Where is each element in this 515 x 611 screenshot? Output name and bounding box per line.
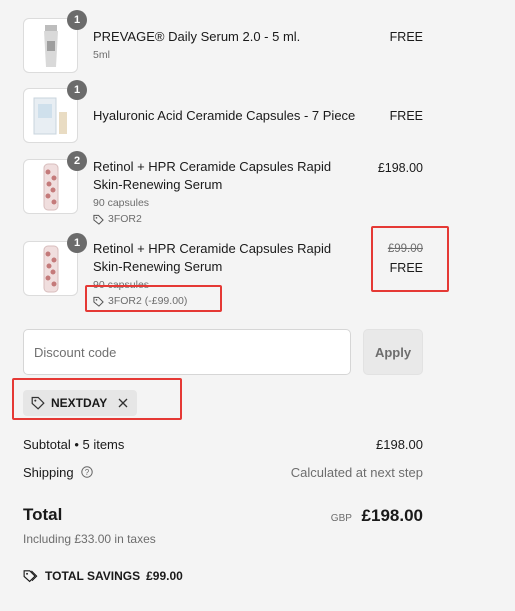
line-item: 1 PREVAGE® Daily Serum 2.0 - 5 ml. 5ml F… (23, 10, 423, 74)
product-price: FREE (389, 109, 423, 123)
tag-icon (31, 396, 45, 410)
shipping-label: Shipping (23, 465, 74, 480)
discount-tag: 3FOR2 (-£99.00) (93, 295, 187, 307)
taxes-note: Including £33.00 in taxes (23, 532, 156, 546)
help-icon[interactable]: ? (81, 466, 93, 478)
savings-value: £99.00 (146, 569, 183, 583)
tag-icon (23, 570, 38, 583)
apply-button[interactable]: Apply (363, 329, 423, 375)
total-value: £198.00 (361, 506, 423, 525)
applied-code-label: NEXTDAY (51, 396, 108, 410)
original-price: £99.00 (387, 243, 423, 255)
product-price: FREE (389, 261, 423, 275)
subtotal-row: Subtotal • 5 items £198.00 (23, 437, 423, 452)
savings-label: TOTAL SAVINGS (45, 569, 141, 583)
line-item: 1 Hyaluronic Acid Ceramide Capsules - 7 … (23, 80, 423, 144)
product-name: PREVAGE® Daily Serum 2.0 - 5 ml. (93, 29, 301, 44)
line-item: 1 Retinol + HPR Ceramide Capsules Rapid … (23, 233, 423, 311)
currency-label: GBP (330, 513, 352, 524)
product-name: Hyaluronic Acid Ceramide Capsules - 7 Pi… (93, 108, 356, 123)
applied-discount-chip: NEXTDAY (23, 390, 138, 416)
discount-code-label: 3FOR2 (-£99.00) (108, 295, 188, 307)
quantity-badge: 1 (67, 10, 87, 30)
quantity-badge: 1 (67, 80, 87, 100)
svg-text:?: ? (85, 468, 90, 477)
shipping-row: Shipping ? Calculated at next step (23, 465, 423, 480)
discount-code-input[interactable] (23, 329, 351, 375)
line-item: 2 Retinol + HPR Ceramide Capsules Rapid … (23, 151, 423, 229)
product-name: Retinol + HPR Ceramide Capsules Rapid Sk… (93, 241, 332, 274)
product-variant: 90 capsules (93, 279, 150, 291)
total-amount: GBP £198.00 (331, 506, 423, 526)
shipping-value: Calculated at next step (290, 465, 423, 480)
product-variant: 90 capsules (93, 197, 150, 209)
discount-tag: 3FOR2 (93, 213, 142, 225)
product-name: Retinol + HPR Ceramide Capsules Rapid Sk… (93, 159, 332, 192)
subtotal-value: £198.00 (376, 437, 423, 452)
product-price: £198.00 (377, 161, 423, 175)
tag-icon (93, 214, 104, 225)
subtotal-label: Subtotal • 5 items (23, 437, 125, 452)
quantity-badge: 1 (67, 233, 87, 253)
total-savings: TOTAL SAVINGS £99.00 (23, 569, 423, 583)
quantity-badge: 2 (67, 151, 87, 171)
product-price: FREE (389, 30, 423, 44)
product-variant: 5ml (93, 49, 110, 61)
total-label: Total (23, 505, 63, 524)
discount-code-label: 3FOR2 (108, 213, 142, 225)
tag-icon (93, 296, 104, 307)
close-icon[interactable] (117, 397, 129, 409)
total-row: Total GBP £198.00 (23, 505, 423, 529)
